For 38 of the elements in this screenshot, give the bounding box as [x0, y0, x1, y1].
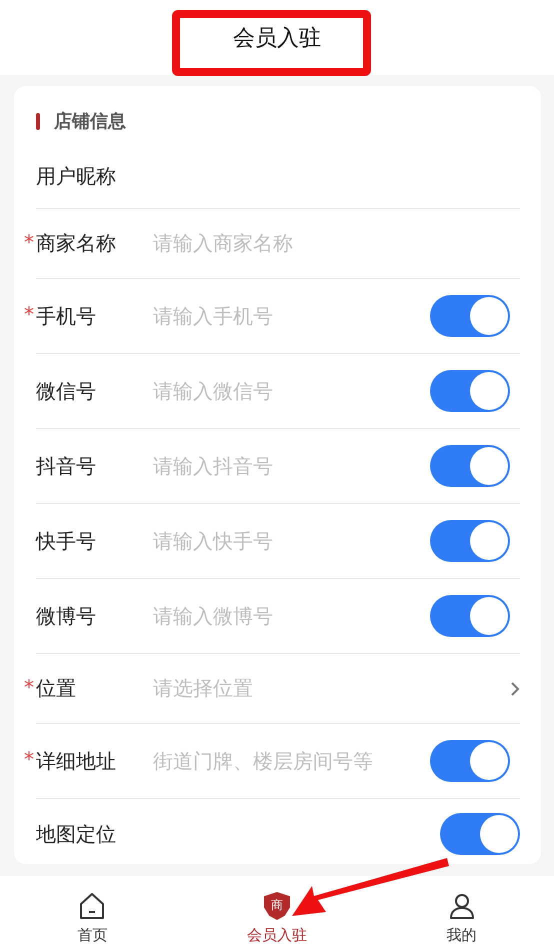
required-mark: * — [24, 302, 34, 326]
location-picker[interactable]: 请选择位置 — [153, 675, 510, 702]
section-title: 店铺信息 — [54, 110, 126, 133]
field-label: 手机号 — [36, 302, 97, 330]
toggle-switch[interactable] — [430, 370, 510, 412]
required-mark: * — [24, 230, 34, 254]
toggle-switch[interactable] — [440, 813, 520, 855]
required-mark: * — [24, 747, 34, 771]
section-marker — [36, 112, 40, 130]
input-field[interactable]: 请输入微信号 — [153, 378, 430, 404]
toggle-switch[interactable] — [430, 295, 510, 337]
field-label: 商家名称 — [36, 230, 117, 257]
page-title: 会员入驻 — [233, 24, 321, 52]
shield-badge: 商 — [264, 892, 290, 920]
home-icon — [78, 892, 106, 920]
tab-item[interactable]: 首页 — [0, 876, 185, 948]
field-label: 微信号 — [36, 378, 97, 404]
input-field[interactable]: 请输入抖音号 — [153, 452, 430, 480]
input-field[interactable]: 街道门牌、楼层房间号等 — [153, 748, 430, 774]
field-label: 微博号 — [36, 602, 97, 630]
input-field[interactable]: 请输入手机号 — [153, 302, 430, 330]
field-label: 地图定位 — [36, 820, 117, 848]
person-icon — [448, 892, 476, 920]
field-label: 详细地址 — [36, 748, 117, 774]
input-field[interactable]: 请输入快手号 — [153, 528, 430, 554]
input-field[interactable]: 请输入微博号 — [153, 602, 430, 630]
required-mark: * — [24, 674, 34, 698]
field-label: 快手号 — [36, 528, 97, 554]
chevron-right-icon — [510, 680, 520, 696]
tab-item[interactable]: 我的 — [369, 876, 554, 948]
field-label: 用户昵称 — [36, 162, 117, 190]
toggle-switch[interactable] — [430, 445, 510, 487]
input-field[interactable]: 请输入商家名称 — [153, 230, 520, 257]
toggle-switch[interactable] — [430, 520, 510, 562]
field-label: 抖音号 — [36, 452, 97, 480]
toggle-switch[interactable] — [430, 740, 510, 782]
field-label: 位置 — [36, 675, 77, 702]
toggle-switch[interactable] — [430, 595, 510, 637]
